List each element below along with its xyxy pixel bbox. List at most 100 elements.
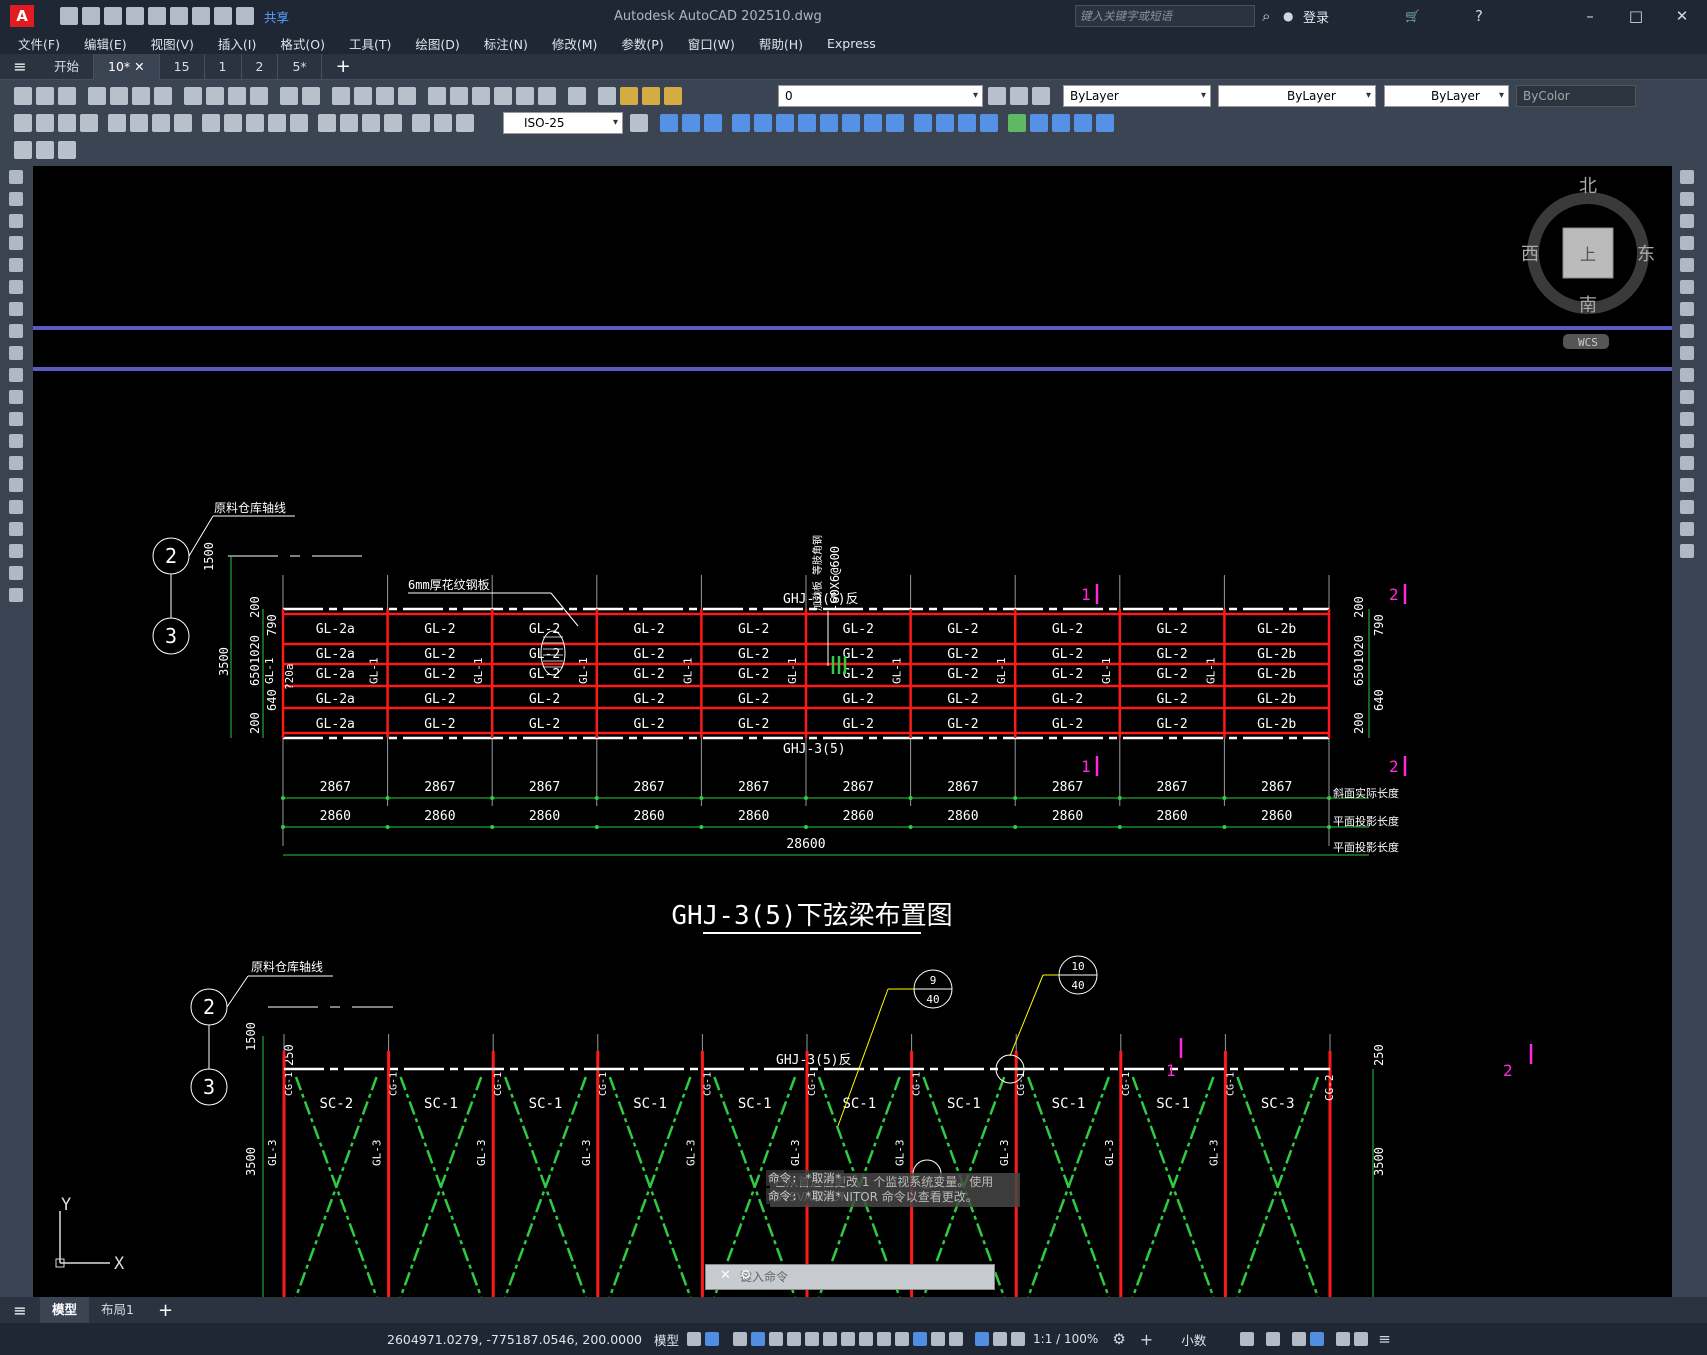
move-3d-icon[interactable] — [754, 114, 772, 132]
search-icon[interactable]: ⌕ — [1262, 7, 1270, 25]
menu-parametric[interactable]: 参数(P) — [609, 34, 675, 53]
scale-icon[interactable] — [1680, 324, 1694, 338]
menu-window[interactable]: 窗口(W) — [676, 34, 747, 53]
solid-union-icon[interactable] — [682, 114, 700, 132]
viewcube-top[interactable]: 上 — [1580, 245, 1596, 264]
tolerance-icon[interactable] — [318, 114, 336, 132]
fillet-icon[interactable] — [1680, 500, 1694, 514]
chamfer-icon[interactable] — [1680, 478, 1694, 492]
radius-dim-icon[interactable] — [108, 114, 126, 132]
fullscreen-icon[interactable] — [1354, 1332, 1369, 1346]
lock-ui-icon[interactable] — [1266, 1332, 1281, 1346]
polar-icon[interactable] — [769, 1332, 784, 1346]
viewcube-east[interactable]: 东 — [1637, 244, 1655, 265]
annotation-scale-value[interactable]: 1:1 / 100% — [1033, 1332, 1098, 1346]
arc-length-icon[interactable] — [58, 114, 76, 132]
viewcube-south[interactable]: 南 — [1579, 295, 1597, 316]
jogged-linear-icon[interactable] — [384, 114, 402, 132]
redo-icon[interactable] — [302, 87, 320, 105]
dimstyle-select[interactable]: ISO-25 ▾ — [503, 112, 623, 134]
layer-previous-icon[interactable] — [1010, 87, 1028, 105]
quick-dim-icon[interactable] — [202, 114, 220, 132]
isolate-icon[interactable] — [1292, 1332, 1307, 1346]
calculator-icon[interactable] — [538, 87, 556, 105]
offset-faces-icon[interactable] — [864, 114, 882, 132]
blend-icon[interactable] — [1680, 522, 1694, 536]
spline-icon[interactable] — [9, 346, 23, 360]
color-faces-icon[interactable] — [842, 114, 860, 132]
save-icon[interactable] — [58, 87, 76, 105]
clean-icon[interactable] — [936, 114, 954, 132]
array-icon[interactable] — [1680, 258, 1694, 272]
transparency-icon[interactable] — [859, 1332, 874, 1346]
menu-insert[interactable]: 插入(I) — [206, 34, 268, 53]
app-logo[interactable]: A — [10, 5, 34, 27]
menu-draw[interactable]: 绘图(D) — [403, 34, 471, 53]
viewcube-north[interactable]: 北 — [1579, 176, 1597, 197]
3d-osnap-icon[interactable] — [895, 1332, 910, 1346]
revcloud-icon[interactable] — [9, 324, 23, 338]
drawing-canvas[interactable]: 上 北 南 东 西 WCS Y X GL-2a GL-2 GL-2 GL-2 GL-2 G… — [33, 166, 1672, 1297]
add-selected-icon[interactable] — [9, 588, 23, 602]
rotate-3d-icon[interactable] — [776, 114, 794, 132]
snap-icon[interactable] — [705, 1332, 720, 1346]
new-tab-icon[interactable]: + — [322, 56, 365, 77]
dim-update-icon[interactable] — [456, 114, 474, 132]
hardware-accel-icon[interactable] — [1310, 1332, 1325, 1346]
dynamic-ucs-icon[interactable] — [913, 1332, 928, 1346]
ellipse-arc-icon[interactable] — [9, 390, 23, 404]
ortho-icon[interactable] — [751, 1332, 766, 1346]
tool-palette-icon[interactable] — [472, 87, 490, 105]
tab-15[interactable]: 15 — [160, 53, 205, 80]
copy-icon[interactable] — [206, 87, 224, 105]
lineweight-icon[interactable] — [841, 1332, 856, 1346]
sun-icon[interactable] — [642, 87, 660, 105]
dim-text-edit-icon[interactable] — [434, 114, 452, 132]
hamburger-icon[interactable]: ≡ — [0, 57, 40, 76]
ellipse-icon[interactable] — [9, 368, 23, 382]
undo-icon[interactable] — [280, 87, 298, 105]
lineweight-select[interactable]: ByLayer ▾ — [1384, 85, 1509, 107]
break-icon[interactable] — [1680, 434, 1694, 448]
polygon-icon[interactable] — [9, 236, 23, 250]
tab-model[interactable]: 模型 — [40, 1297, 90, 1323]
hamburger-icon[interactable]: ≡ — [0, 1301, 40, 1320]
tab-start[interactable]: 开始 — [40, 53, 95, 80]
osnap-icon[interactable] — [823, 1332, 838, 1346]
menu-format[interactable]: 格式(O) — [268, 34, 337, 53]
menu-modify[interactable]: 修改(M) — [540, 34, 610, 53]
center-mark-icon[interactable] — [340, 114, 358, 132]
redo-icon[interactable] — [236, 7, 254, 25]
plot-icon[interactable] — [192, 7, 210, 25]
minimize-button[interactable]: – — [1570, 7, 1610, 25]
save-web-icon[interactable] — [170, 7, 188, 25]
space-icon[interactable] — [268, 114, 286, 132]
polyline-icon[interactable] — [9, 214, 23, 228]
hatch-icon[interactable] — [9, 478, 23, 492]
tab-2[interactable]: 2 — [242, 53, 279, 80]
menu-file[interactable]: 文件(F) — [6, 34, 72, 53]
match-icon[interactable] — [250, 87, 268, 105]
annotation-visibility-icon[interactable] — [975, 1332, 990, 1346]
solid-box-icon[interactable] — [660, 114, 678, 132]
open-web-icon[interactable] — [148, 7, 166, 25]
arc-icon[interactable] — [9, 280, 23, 294]
maximize-button[interactable]: □ — [1616, 7, 1656, 25]
markup-icon[interactable] — [516, 87, 534, 105]
tab-layout1[interactable]: 布局1 — [89, 1297, 146, 1323]
shell-icon[interactable] — [980, 114, 998, 132]
units-label[interactable]: 小数 — [1181, 1330, 1206, 1349]
insert-block-icon[interactable] — [9, 412, 23, 426]
point-icon[interactable] — [9, 456, 23, 470]
stretch-icon[interactable] — [1680, 346, 1694, 360]
selection-cycle-icon[interactable] — [877, 1332, 892, 1346]
make-current-icon[interactable] — [988, 87, 1006, 105]
new-icon[interactable] — [14, 87, 32, 105]
plus-icon[interactable]: + — [1140, 1330, 1153, 1349]
viewcube-west[interactable]: 西 — [1521, 244, 1539, 265]
delete-faces-icon[interactable] — [798, 114, 816, 132]
paste-icon[interactable] — [228, 87, 246, 105]
circle-icon[interactable] — [9, 302, 23, 316]
check-icon[interactable] — [1008, 114, 1026, 132]
region-icon[interactable] — [9, 522, 23, 536]
